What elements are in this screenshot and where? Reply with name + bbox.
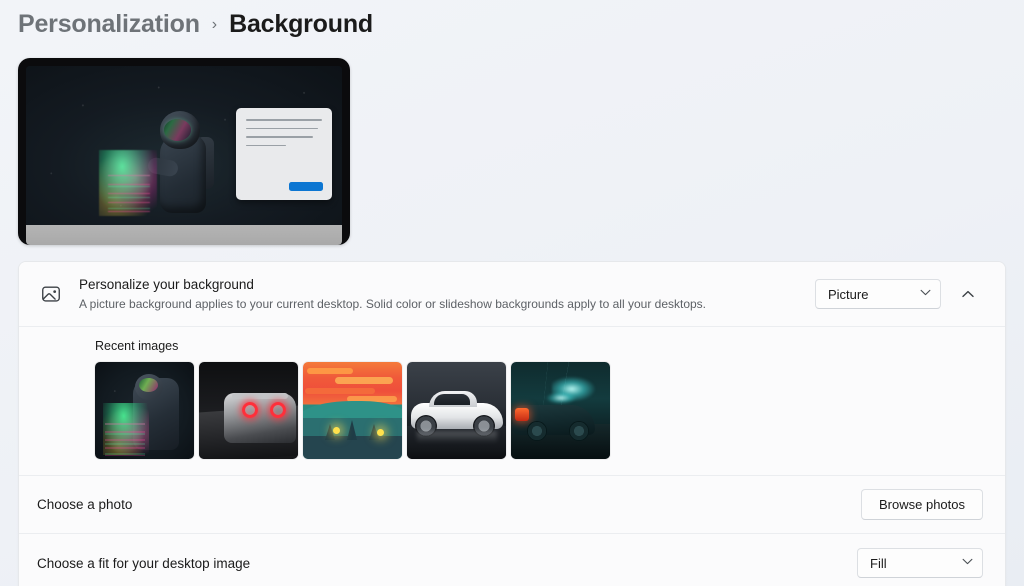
thumb-neon-glow: [546, 392, 576, 404]
personalize-background-title: Personalize your background: [79, 277, 254, 292]
thumb-light: [377, 428, 384, 436]
thumb-wheel: [569, 421, 589, 441]
desktop-preview: [18, 58, 350, 245]
breadcrumb-link-personalization[interactable]: Personalization: [18, 10, 200, 39]
astronaut-figure: [146, 105, 222, 225]
desktop-image-fit-value: Fill: [870, 555, 887, 571]
background-type-value: Picture: [828, 286, 869, 302]
thumb-car-spoiler: [232, 393, 288, 399]
background-type-dropdown[interactable]: Picture: [815, 279, 941, 309]
preview-screen: [26, 66, 342, 245]
chevron-down-icon: [920, 289, 931, 299]
mock-text-line: [246, 127, 319, 130]
recent-images-list: [95, 362, 983, 459]
breadcrumb: Personalization › Background: [18, 6, 373, 42]
thumb-reflection: [417, 431, 497, 443]
page-title: Background: [229, 9, 373, 38]
thumb-taillight: [515, 408, 529, 421]
preview-mock-window: [236, 108, 332, 200]
mock-text-line: [246, 144, 286, 147]
chevron-down-icon: [962, 558, 973, 568]
recent-images-row: Recent images: [19, 327, 1005, 476]
recent-images-label: Recent images: [95, 339, 179, 353]
choose-photo-label: Choose a photo: [37, 497, 133, 512]
personalize-background-row: Personalize your background A picture ba…: [19, 262, 1005, 327]
recent-image-gtr[interactable]: [199, 362, 298, 459]
thumb-tree: [347, 419, 357, 440]
thumb-taillight: [270, 402, 286, 418]
thumb-cloud: [305, 388, 375, 394]
recent-image-astronaut[interactable]: [95, 362, 194, 459]
preview-taskbar: [26, 225, 342, 245]
browse-photos-button[interactable]: Browse photos: [861, 489, 983, 520]
mock-text-line: [246, 136, 313, 138]
desktop-image-fit-dropdown[interactable]: Fill: [857, 548, 983, 578]
recent-image-white-supercar[interactable]: [407, 362, 506, 459]
choose-fit-label: Choose a fit for your desktop image: [37, 555, 251, 571]
thumb-car-body: [224, 393, 296, 443]
recent-image-sunset[interactable]: [303, 362, 402, 459]
thumb-jellyfish-tentacles: [104, 422, 145, 457]
personalize-background-text: Personalize your background A picture ba…: [79, 276, 815, 312]
choose-fit-row: Choose a fit for your desktop image Fill: [19, 534, 1005, 586]
thumb-cloud: [335, 377, 393, 384]
image-icon: [37, 280, 65, 308]
choose-photo-row: Choose a photo Browse photos: [19, 476, 1005, 534]
chevron-up-icon: [962, 285, 974, 303]
personalize-background-subtitle: A picture background applies to your cur…: [79, 297, 707, 311]
thumb-car-window: [434, 394, 470, 405]
mock-primary-button: [289, 182, 323, 191]
thumb-taillight: [242, 402, 258, 418]
thumb-wheel: [527, 421, 547, 441]
background-settings-card: Personalize your background A picture ba…: [18, 261, 1006, 586]
mock-text-line: [246, 119, 322, 121]
thumb-cloud: [307, 368, 353, 374]
thumb-light: [333, 426, 340, 434]
breadcrumb-separator-icon: ›: [211, 16, 218, 33]
recent-image-neon-car[interactable]: [511, 362, 610, 459]
jellyfish-tentacles: [108, 173, 151, 220]
collapse-section-button[interactable]: [953, 279, 983, 309]
